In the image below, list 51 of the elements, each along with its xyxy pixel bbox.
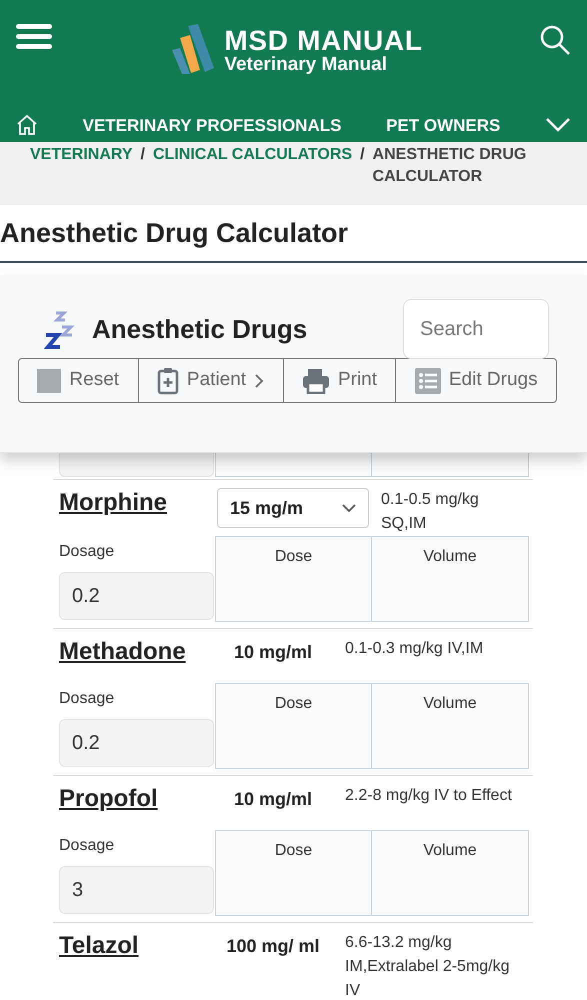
dose-cell: Dose bbox=[215, 536, 372, 622]
breadcrumb-link[interactable]: VETERINARY bbox=[30, 146, 133, 163]
breadcrumb-link[interactable]: CLINICAL CALCULATORS bbox=[152, 146, 352, 163]
toolbar-button[interactable]: Edit Drugs bbox=[395, 359, 556, 402]
brand-subtitle: Veterinary Manual bbox=[224, 54, 388, 74]
breadcrumb-current: ANESTHETIC DRUG CALCULATOR bbox=[372, 145, 528, 187]
chevron-down-icon[interactable] bbox=[545, 117, 571, 134]
toolbar-button[interactable]: Reset bbox=[19, 359, 138, 402]
home-icon[interactable] bbox=[16, 114, 38, 136]
drug-name-link[interactable]: Morphine bbox=[59, 489, 167, 516]
breadcrumb-separator: / bbox=[360, 146, 365, 163]
menu-icon[interactable] bbox=[16, 24, 54, 50]
drug-name-link[interactable]: Methadone bbox=[59, 638, 186, 665]
printer-icon bbox=[302, 368, 330, 394]
dosage-label: Dosage bbox=[59, 542, 116, 562]
concentration-text: 10 mg/ml bbox=[232, 641, 314, 664]
dosage-range-text: 2.2-8 mg/kg IV to Effect bbox=[345, 786, 513, 806]
concentration-select[interactable]: 15 mg/m bbox=[217, 488, 369, 528]
volume-cell: Volume bbox=[372, 683, 529, 769]
concentration-text: 10 mg/ml bbox=[232, 788, 314, 811]
logo-icon bbox=[170, 24, 216, 76]
nav-link[interactable]: VETERINARY PROFESSIONALS bbox=[82, 112, 342, 138]
clipboard-icon bbox=[156, 366, 179, 394]
dosage-input[interactable]: 3 bbox=[59, 866, 214, 914]
dose-cell: Dose bbox=[215, 830, 372, 916]
chevron-down-icon bbox=[342, 504, 356, 512]
nav-link[interactable]: PET OWNERS bbox=[386, 112, 500, 138]
concentration-text: 100 mg/ ml bbox=[225, 935, 321, 958]
search-icon[interactable] bbox=[539, 24, 571, 56]
breadcrumb-separator: / bbox=[140, 146, 145, 163]
dosage-input[interactable]: 0.2 bbox=[59, 572, 214, 620]
square-icon bbox=[37, 368, 62, 392]
volume-cell: Volume bbox=[372, 536, 529, 622]
drug-name-link[interactable]: Propofol bbox=[59, 785, 158, 812]
dosage-label: Dosage bbox=[59, 689, 116, 709]
dose-cell: Dose bbox=[215, 683, 372, 769]
panel-title: Anesthetic Drugs bbox=[92, 312, 308, 346]
dosage-range-text: 0.1-0.3 mg/kg IV,IM bbox=[345, 639, 484, 659]
brand-title: MSD MANUAL bbox=[224, 26, 423, 54]
drug-name-link[interactable]: Telazol bbox=[59, 932, 139, 959]
chevron-right-icon bbox=[254, 372, 264, 388]
dosage-range-text: 0.1-0.5 mg/kg SQ,IM bbox=[381, 490, 480, 534]
dosage-label: Dosage bbox=[59, 836, 116, 856]
search-field[interactable]: Search bbox=[403, 299, 549, 359]
dosage-range-text: 6.6-13.2 mg/kg IM,Extralabel 2-5mg/kg IV bbox=[345, 933, 511, 1000]
volume-cell: Volume bbox=[372, 830, 529, 916]
page-title: Anesthetic Drug Calculator bbox=[0, 216, 348, 250]
toolbar-button[interactable]: Patient bbox=[138, 359, 283, 402]
dosage-input[interactable]: 0.2 bbox=[59, 719, 214, 767]
toolbar-button[interactable]: Print bbox=[282, 359, 396, 402]
list-icon bbox=[414, 368, 441, 394]
